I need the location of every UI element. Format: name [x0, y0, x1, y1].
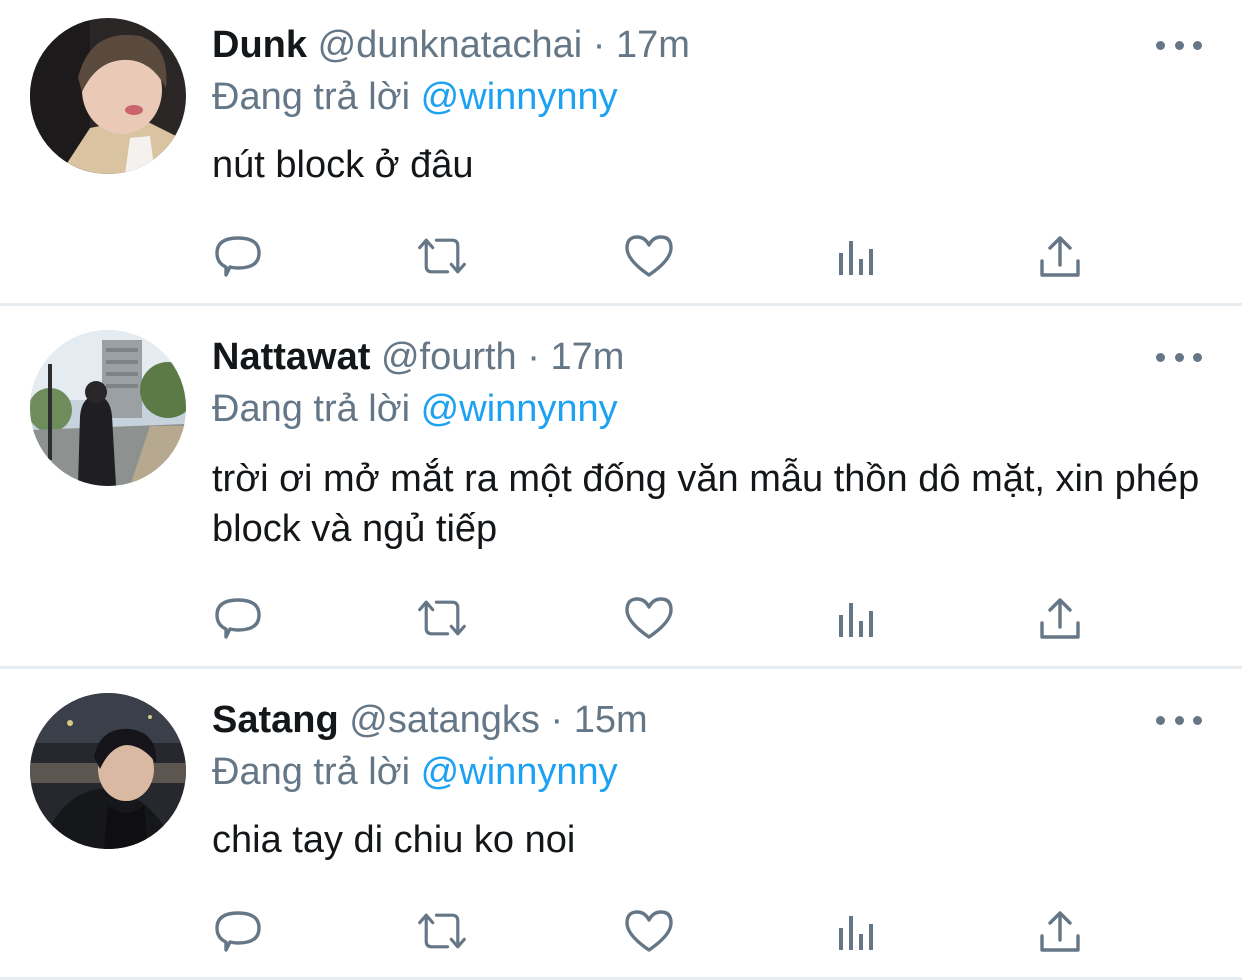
reply-mention[interactable]: @winnynny: [421, 388, 618, 430]
reply-icon-glyph: [215, 598, 261, 639]
retweet-icon[interactable]: [416, 231, 468, 281]
avatar-image: [30, 693, 186, 849]
more-dot: [1174, 715, 1184, 725]
separator: ·: [550, 699, 564, 741]
more-dot: [1174, 352, 1184, 362]
more-dot: [1156, 40, 1165, 50]
stats-icon[interactable]: [830, 593, 882, 643]
avatar-image: [30, 330, 186, 486]
separator: ·: [592, 24, 606, 66]
author-name[interactable]: Nattawat: [212, 336, 370, 378]
tweet[interactable]: Satang @satangks · 15m Đang trả lời @win…: [0, 669, 1242, 980]
more-icon[interactable]: [1156, 30, 1202, 60]
reply-context: Đang trả lời @winnynny: [212, 72, 618, 122]
tweet[interactable]: Nattawat @fourth · 17m Đang trả lời @win…: [0, 306, 1242, 666]
share-icon-glyph: [1040, 911, 1080, 952]
tweet-header: Satang @satangks · 15m: [212, 695, 648, 745]
like-icon-glyph: [625, 235, 673, 277]
reply-mention[interactable]: @winnynny: [421, 751, 618, 793]
avatar[interactable]: [30, 693, 186, 849]
like-icon[interactable]: [623, 231, 675, 281]
retweet-icon-glyph: [418, 600, 466, 636]
tweet-text: trời ơi mở mắt ra một đống văn mẫu thồn …: [212, 458, 1200, 550]
more-icon[interactable]: [1156, 705, 1202, 735]
tweet-text: chia tay di chiu ko noi: [212, 819, 576, 861]
reply-mention[interactable]: @winnynny: [421, 76, 618, 118]
share-icon-glyph: [1040, 236, 1080, 277]
author-handle[interactable]: @dunknatachai: [318, 24, 583, 66]
timestamp[interactable]: 17m: [550, 336, 624, 378]
timestamp[interactable]: 15m: [574, 699, 648, 741]
avatar-image: [30, 18, 186, 174]
more-dot: [1156, 715, 1165, 725]
reply-context: Đang trả lời @winnynny: [212, 384, 618, 434]
avatar[interactable]: [30, 18, 186, 174]
author-handle[interactable]: @fourth: [381, 336, 517, 378]
reply-icon[interactable]: [212, 906, 264, 956]
action-bar: [0, 231, 1242, 281]
reply-icon-glyph: [215, 911, 261, 952]
stats-icon-glyph: [839, 916, 873, 950]
like-icon-glyph: [625, 597, 673, 639]
share-icon[interactable]: [1034, 906, 1086, 956]
avatar[interactable]: [30, 330, 186, 486]
retweet-icon-glyph: [418, 238, 466, 274]
reply-icon-glyph: [215, 236, 261, 277]
more-dot: [1193, 352, 1202, 362]
stats-icon[interactable]: [830, 906, 882, 956]
timestamp[interactable]: 17m: [616, 24, 690, 66]
more-dot: [1193, 40, 1202, 50]
action-bar: [0, 906, 1242, 956]
reply-prefix: Đang trả lời: [212, 751, 411, 793]
more-icon[interactable]: [1156, 342, 1202, 372]
tweet-header: Nattawat @fourth · 17m: [212, 332, 624, 382]
retweet-icon[interactable]: [416, 593, 468, 643]
like-icon[interactable]: [623, 906, 675, 956]
reply-prefix: Đang trả lời: [212, 76, 411, 118]
more-dot: [1156, 352, 1165, 362]
like-icon-glyph: [625, 910, 673, 952]
tweet-header: Dunk @dunknatachai · 17m: [212, 20, 690, 70]
share-icon[interactable]: [1034, 231, 1086, 281]
share-icon[interactable]: [1034, 593, 1086, 643]
reply-context: Đang trả lời @winnynny: [212, 747, 618, 797]
stats-icon-glyph: [839, 603, 873, 637]
tweet[interactable]: Dunk @dunknatachai · 17m Đang trả lời @w…: [0, 0, 1242, 303]
share-icon-glyph: [1040, 598, 1080, 639]
stats-icon[interactable]: [830, 231, 882, 281]
author-name[interactable]: Satang: [212, 699, 339, 741]
stats-icon-glyph: [839, 241, 873, 275]
reply-icon[interactable]: [212, 231, 264, 281]
reply-prefix: Đang trả lời: [212, 388, 411, 430]
reply-icon[interactable]: [212, 593, 264, 643]
retweet-icon-glyph: [418, 913, 466, 949]
more-dot: [1193, 715, 1202, 725]
action-bar: [0, 593, 1242, 643]
more-dot: [1174, 40, 1184, 50]
separator: ·: [527, 336, 540, 378]
tweet-text: nút block ở đâu: [212, 144, 474, 186]
like-icon[interactable]: [623, 593, 675, 643]
retweet-icon[interactable]: [416, 906, 468, 956]
author-handle[interactable]: @satangks: [349, 699, 540, 741]
author-name[interactable]: Dunk: [212, 24, 307, 66]
